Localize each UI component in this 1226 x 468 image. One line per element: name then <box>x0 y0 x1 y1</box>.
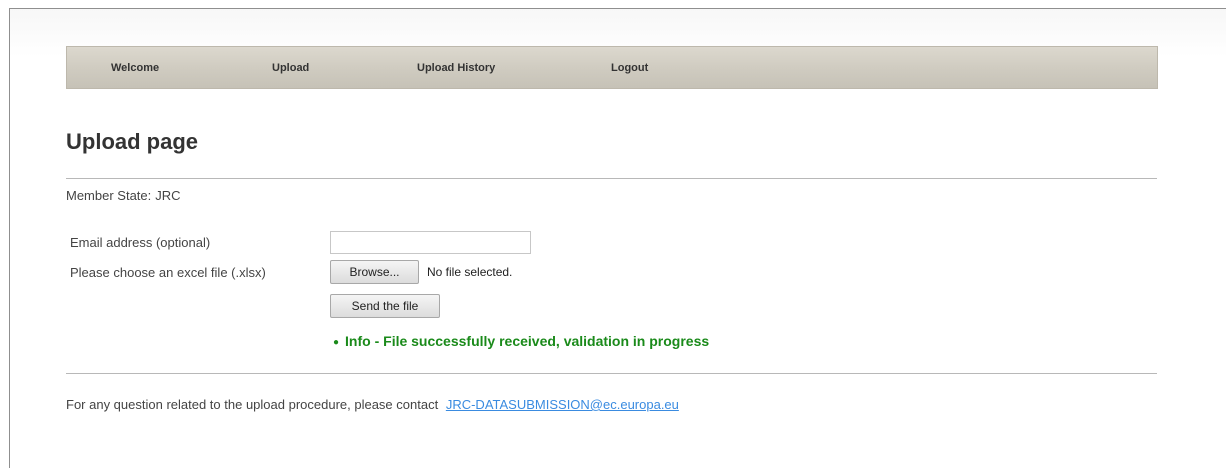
member-state-value: JRC <box>155 188 181 203</box>
nav-logout[interactable]: Logout <box>611 62 648 74</box>
file-label: Please choose an excel file (.xlsx) <box>70 265 266 280</box>
nav-upload-history[interactable]: Upload History <box>417 62 495 74</box>
email-input[interactable] <box>330 231 531 254</box>
member-state: Member State: JRC <box>66 188 185 203</box>
contact-text: For any question related to the upload p… <box>66 397 439 412</box>
browse-button[interactable]: Browse... <box>330 260 419 284</box>
nav-upload[interactable]: Upload <box>272 62 309 74</box>
send-file-button[interactable]: Send the file <box>330 294 440 318</box>
contact-line: For any question related to the upload p… <box>66 397 679 412</box>
main-nav: Welcome Upload Upload History Logout <box>66 46 1158 89</box>
divider <box>66 373 1157 374</box>
member-state-label: Member State: <box>66 188 152 203</box>
page-title: Upload page <box>66 129 199 154</box>
nav-welcome[interactable]: Welcome <box>111 62 159 74</box>
divider <box>66 178 1157 179</box>
info-message: ● Info - File successfully received, vali… <box>333 333 709 349</box>
info-message-text: Info - File successfully received, valid… <box>345 333 710 349</box>
file-status: No file selected. <box>427 265 513 279</box>
contact-email-link[interactable]: JRC-DATASUBMISSION@ec.europa.eu <box>446 397 679 412</box>
bullet-icon: ● <box>333 337 340 348</box>
email-label: Email address (optional) <box>70 235 211 250</box>
